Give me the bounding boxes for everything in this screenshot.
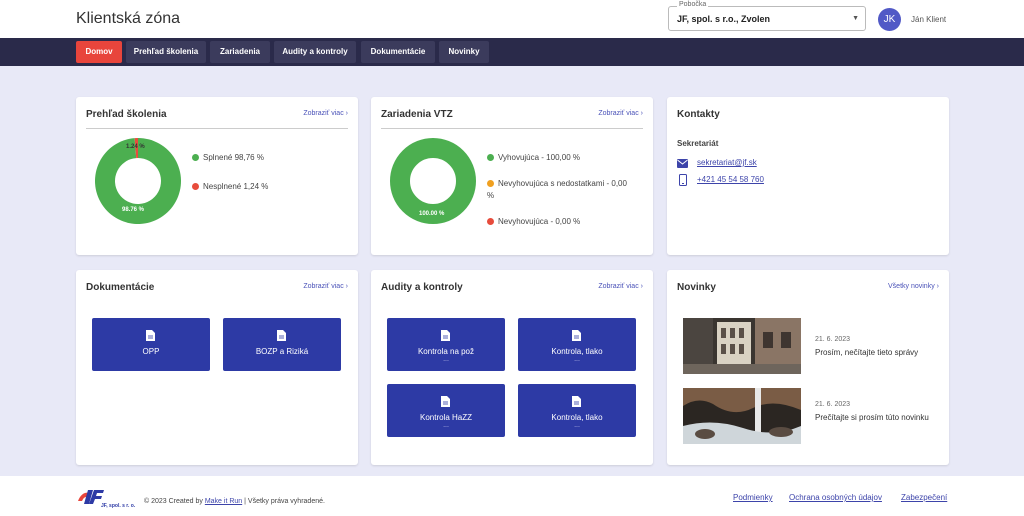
docs-card: Dokumentácie Zobraziť viac › OPP BOZP a … xyxy=(76,270,358,465)
chevron-down-icon: ▼ xyxy=(852,15,859,22)
avatar[interactable]: JK xyxy=(878,8,901,31)
nav-item-domov[interactable]: Domov xyxy=(76,41,122,63)
doc-button-bozp[interactable]: BOZP a Riziká xyxy=(223,318,341,371)
training-slice-label-nesplnene: 1.24 % xyxy=(126,144,145,150)
phone-icon xyxy=(679,174,687,186)
audit-button-label: Kontrola, tlako xyxy=(551,347,603,356)
audit-button-label: Kontrola HaZZ xyxy=(419,413,473,422)
chevron-right-icon: › xyxy=(640,110,643,117)
devices-more-link[interactable]: Zobraziť viac › xyxy=(598,110,643,117)
chevron-right-icon: › xyxy=(936,283,939,290)
user-name[interactable]: Ján Klient xyxy=(911,15,946,24)
audits-card: Audity a kontroly Zobraziť viac › Kontro… xyxy=(371,270,653,465)
footer-makeitrun-link[interactable]: Make it Run xyxy=(205,498,242,505)
footer-link-zabezpeceni[interactable]: Zabezpečení xyxy=(901,493,947,502)
devices-title: Zariadenia VTZ xyxy=(381,109,453,120)
footer-link-podmienky[interactable]: Podmienky xyxy=(733,493,773,502)
audit-button-extra: ... xyxy=(443,356,449,363)
audit-button-extra: ... xyxy=(574,356,580,363)
training-more-link[interactable]: Zobraziť viac › xyxy=(303,110,348,117)
divider xyxy=(381,128,643,129)
audit-button-label: Kontrola, tlako xyxy=(551,413,603,422)
orange-dot-icon xyxy=(487,180,494,187)
branch-select[interactable]: Pobočka JF, spol. s r.o., Zvolen ▼ xyxy=(668,1,866,31)
contacts-label: Sekretariát xyxy=(677,139,719,148)
chevron-right-icon: › xyxy=(345,110,348,117)
company-logo-text: JF, spol. s r. o. xyxy=(101,503,136,509)
news-card: Novinky Všetky novinky › 21. 6. 2023 Pro… xyxy=(667,270,949,465)
footer-link-ochrana[interactable]: Ochrana osobných údajov xyxy=(789,493,882,502)
contacts-title: Kontakty xyxy=(677,109,720,120)
audit-button-extra: ... xyxy=(443,422,449,429)
audit-button[interactable]: Kontrola na pož ... xyxy=(387,318,505,371)
audits-more-link[interactable]: Zobraziť viac › xyxy=(598,283,643,290)
document-icon xyxy=(572,330,581,341)
audit-button-extra: ... xyxy=(574,422,580,429)
footer: JF, spol. s r. o. © 2023 Created by Make… xyxy=(0,476,1024,516)
news-item-title[interactable]: Prečítajte si prosím túto novinku xyxy=(815,412,935,423)
red-dot-icon xyxy=(192,183,199,190)
legend-item: Vyhovujúca - 100,00 % xyxy=(487,152,580,164)
doc-button-label: OPP xyxy=(142,347,160,356)
nav-item-audity[interactable]: Audity a kontroly xyxy=(274,41,356,63)
training-title: Prehľad školenia xyxy=(86,109,167,120)
legend-item: Nevyhovujúca - 0,00 % xyxy=(487,216,580,228)
audit-button-label: Kontrola na pož xyxy=(417,347,475,356)
nav-item-dokumentacie[interactable]: Dokumentácie xyxy=(361,41,435,63)
audit-button[interactable]: Kontrola, tlako ... xyxy=(518,384,636,437)
divider xyxy=(86,128,348,129)
news-title: Novinky xyxy=(677,282,716,293)
nav-item-prehlad-skolenia[interactable]: Prehľad školenia xyxy=(126,41,206,63)
chevron-right-icon: › xyxy=(345,283,348,290)
news-item-title[interactable]: Prosím, nečítajte tieto správy xyxy=(815,347,935,358)
red-dot-icon xyxy=(487,218,494,225)
docs-more-link[interactable]: Zobraziť viac › xyxy=(303,283,348,290)
doc-button-label: BOZP a Riziká xyxy=(255,347,309,356)
contact-email-text[interactable]: sekretariat@jf.sk xyxy=(697,158,757,167)
green-dot-icon xyxy=(487,154,494,161)
footer-copyright: © 2023 Created by Make it Run | Všetky p… xyxy=(144,498,325,505)
news-image-street[interactable] xyxy=(683,318,801,374)
main-nav: Domov Prehľad školenia Zariadenia Audity… xyxy=(0,38,1024,66)
branch-select-label: Pobočka xyxy=(677,1,709,8)
audit-button[interactable]: Kontrola HaZZ ... xyxy=(387,384,505,437)
mail-icon xyxy=(677,159,688,168)
training-slice-label-splnene: 98.76 % xyxy=(122,207,145,213)
news-date: 21. 6. 2023 xyxy=(815,401,851,408)
audits-title: Audity a kontroly xyxy=(381,282,463,293)
docs-title: Dokumentácie xyxy=(86,282,155,293)
document-icon xyxy=(441,396,450,407)
legend-item: Splnené 98,76 % xyxy=(192,152,264,164)
news-all-link[interactable]: Všetky novinky › xyxy=(888,283,939,290)
news-image-waterfall[interactable] xyxy=(683,388,801,444)
branch-select-value: JF, spol. s r.o., Zvolen xyxy=(677,14,771,24)
green-dot-icon xyxy=(192,154,199,161)
app-title: Klientská zóna xyxy=(76,10,181,27)
doc-button-opp[interactable]: OPP xyxy=(92,318,210,371)
top-bar: Klientská zóna Pobočka JF, spol. s r.o.,… xyxy=(0,0,1024,38)
document-icon xyxy=(572,396,581,407)
audit-button[interactable]: Kontrola, tlako ... xyxy=(518,318,636,371)
training-card: Prehľad školenia Zobraziť viac › 98.76 %… xyxy=(76,97,358,255)
document-icon xyxy=(441,330,450,341)
devices-slice-label: 100.00 % xyxy=(419,211,445,217)
legend-item: Nevyhovujúca s nedostatkami - 0,00 % xyxy=(487,179,627,200)
contact-phone-text[interactable]: +421 45 54 58 760 xyxy=(697,175,764,184)
company-logo: JF, spol. s r. o. xyxy=(76,487,136,514)
chevron-right-icon: › xyxy=(640,283,643,290)
nav-item-zariadenia[interactable]: Zariadenia xyxy=(210,41,270,63)
contacts-card: Kontakty Sekretariát sekretariat@jf.sk +… xyxy=(667,97,949,255)
document-icon xyxy=(277,330,286,341)
legend-item: Nesplnené 1,24 % xyxy=(192,181,268,193)
news-date: 21. 6. 2023 xyxy=(815,336,851,343)
nav-item-novinky[interactable]: Novinky xyxy=(439,41,489,63)
document-icon xyxy=(146,330,155,341)
devices-card: Zariadenia VTZ Zobraziť viac › 100.00 % … xyxy=(371,97,653,255)
donut-slice-vyhovujúca xyxy=(390,138,476,224)
